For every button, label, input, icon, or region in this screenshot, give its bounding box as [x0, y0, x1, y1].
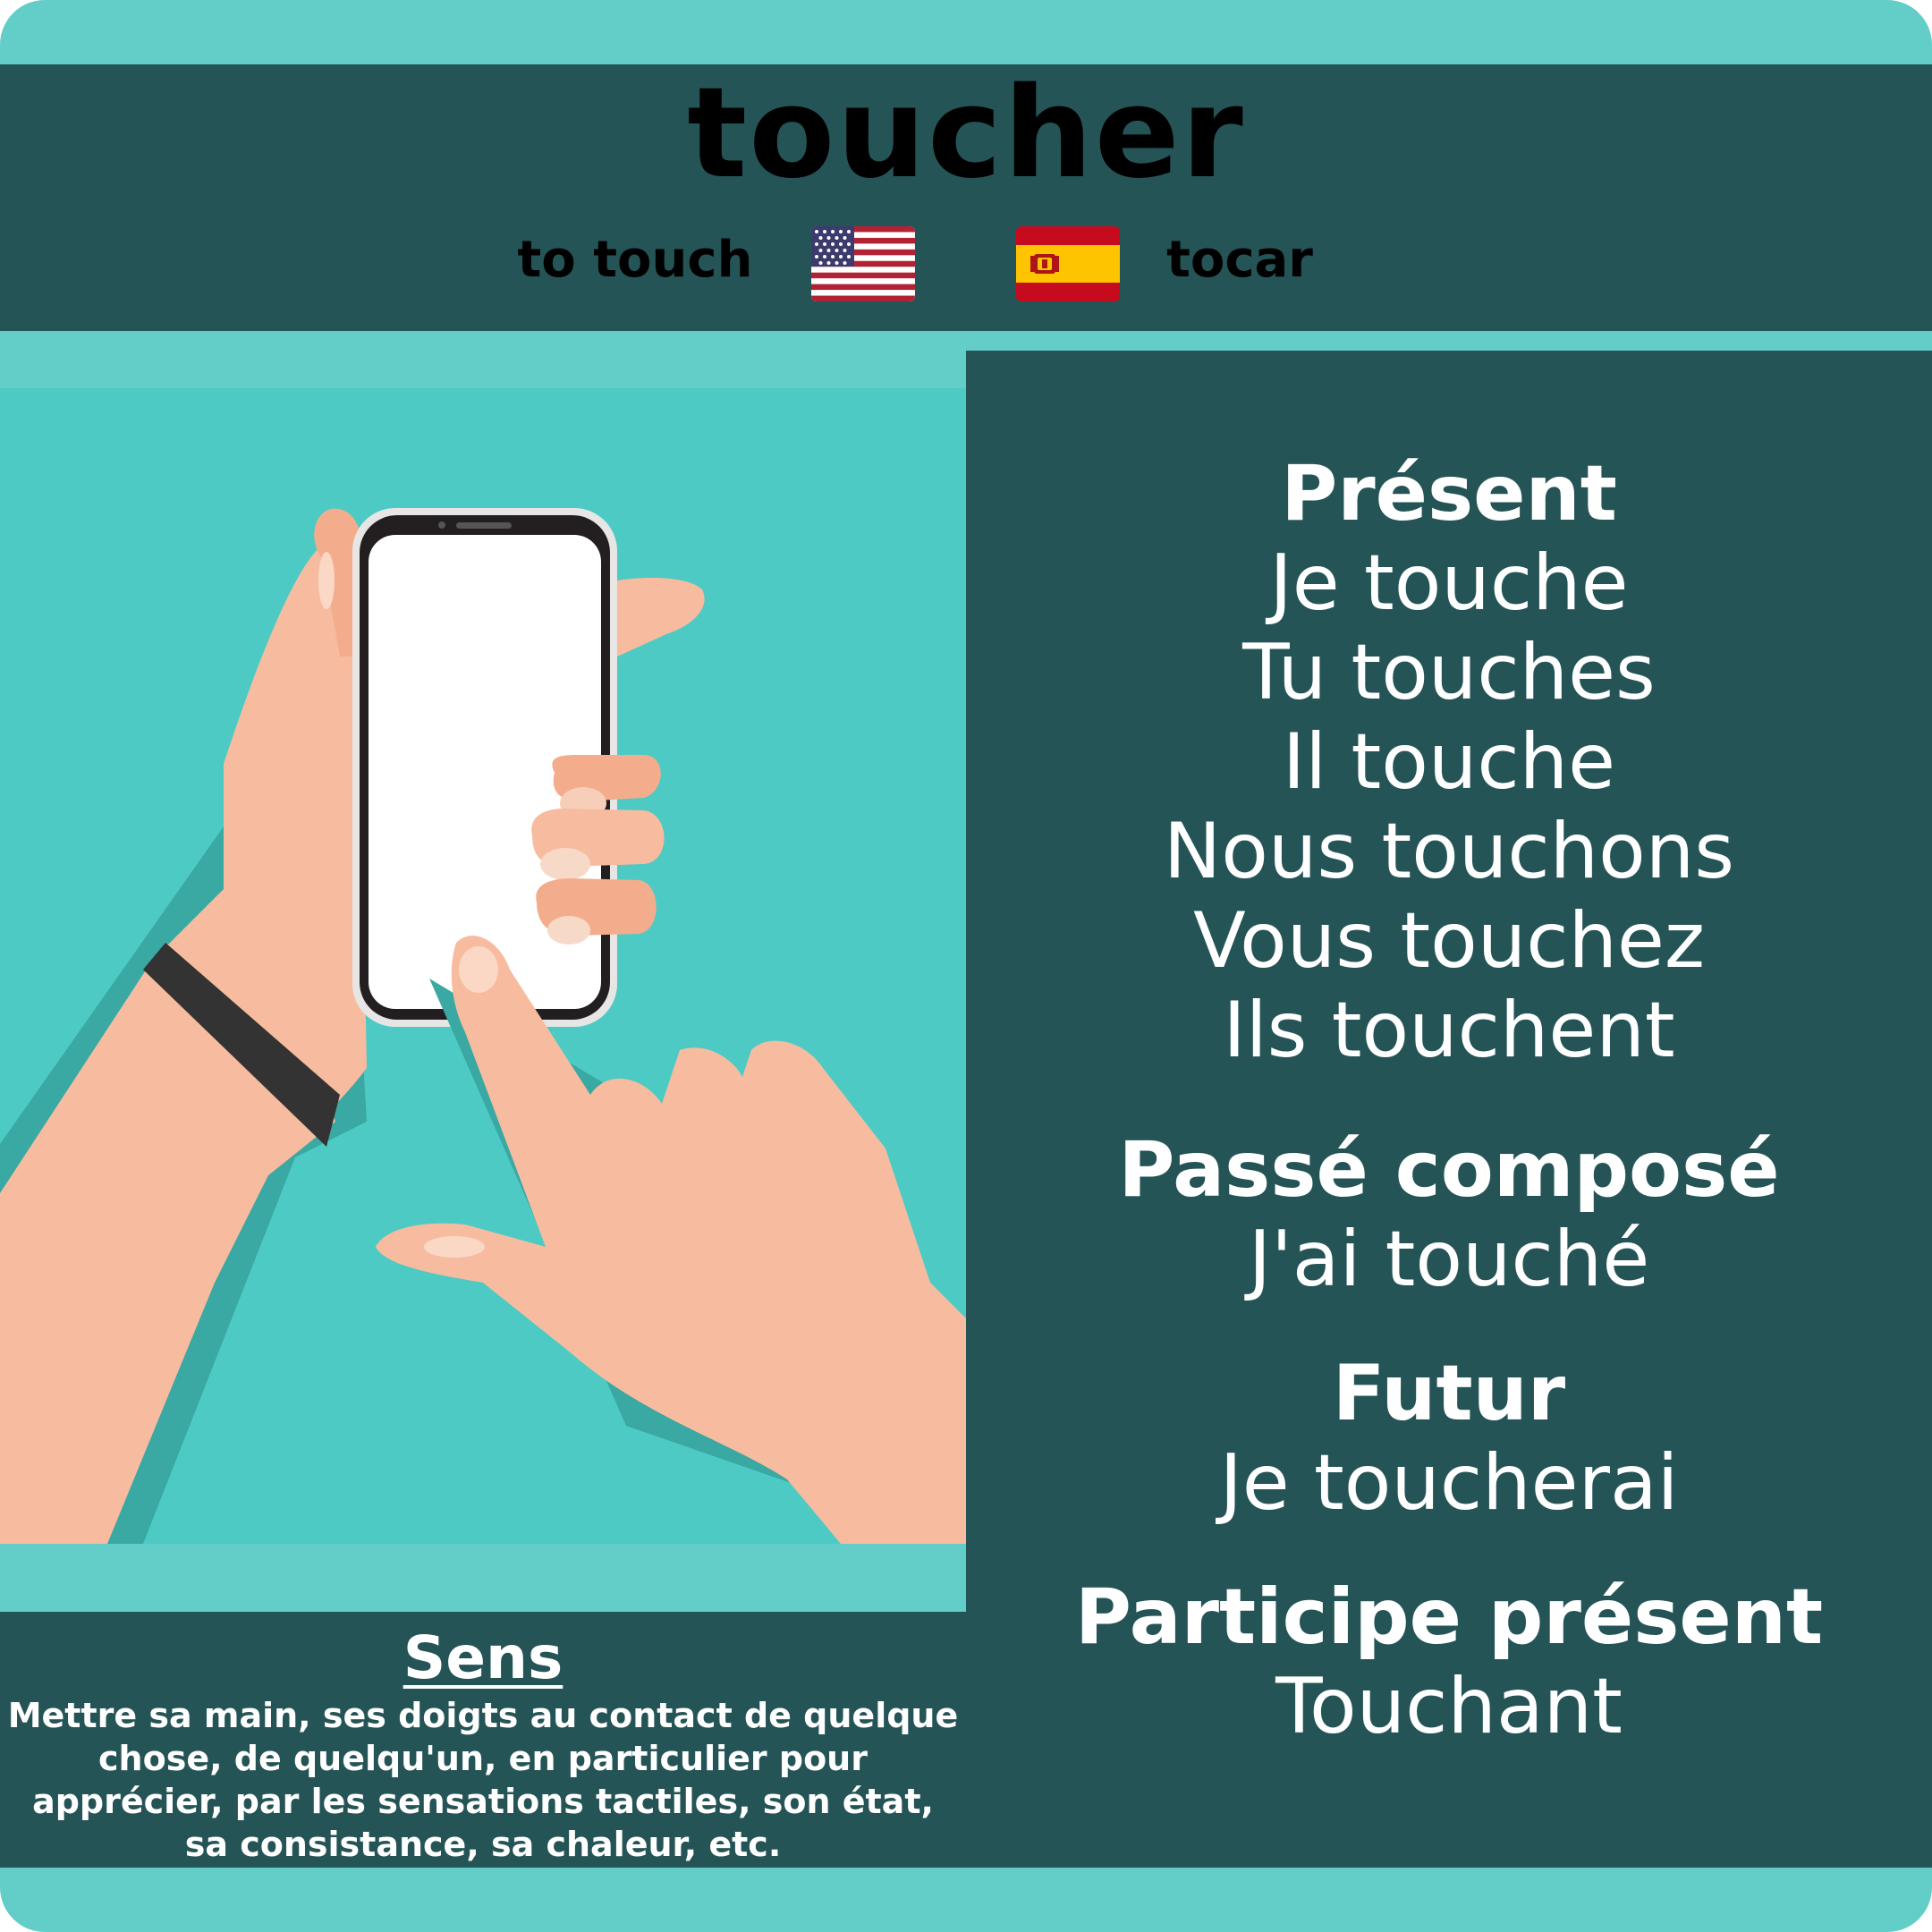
us-flag-icon: [811, 226, 915, 301]
present-form-nous: Nous touchons: [1163, 807, 1735, 896]
present-label: Présent: [1281, 449, 1617, 538]
participe-present-section: Participe présent Touchant: [966, 1572, 1932, 1751]
spain-flag-icon: [1016, 226, 1120, 301]
passe-compose-section: Passé composé J'ai touché: [966, 1125, 1932, 1304]
spanish-translation: tocar: [1166, 231, 1313, 289]
futur-section: Futur Je toucherai: [966, 1349, 1932, 1528]
conjugation-panel: Présent Je touche Tu touches Il touche N…: [966, 351, 1932, 1868]
present-form-tu: Tu touches: [1242, 628, 1656, 717]
hands-smartphone-illustration: [0, 388, 966, 1544]
sens-heading: Sens: [402, 1623, 564, 1692]
english-translation: to touch: [517, 231, 753, 289]
verb-card: toucher to touch tocar Présent Je touche…: [0, 0, 1932, 1932]
futur-form: Je toucherai: [1219, 1438, 1679, 1528]
participe-present-label: Participe présent: [1074, 1572, 1824, 1662]
present-section: Présent Je touche Tu touches Il touche N…: [966, 449, 1932, 1075]
present-form-je: Je touche: [1269, 538, 1629, 628]
present-form-ils: Ils touchent: [1223, 986, 1675, 1075]
verb-title: toucher: [687, 61, 1245, 207]
sens-definition: Mettre sa main, ses doigts au contact de…: [7, 1696, 959, 1864]
futur-label: Futur: [1332, 1349, 1566, 1438]
participe-present-form: Touchant: [1275, 1662, 1623, 1751]
passe-compose-label: Passé composé: [1118, 1125, 1780, 1215]
passe-compose-form: J'ai touché: [1248, 1215, 1650, 1304]
present-form-il: Il touche: [1282, 717, 1616, 807]
present-form-vous: Vous touchez: [1192, 896, 1706, 986]
definition-box: Sens Mettre sa main, ses doigts au conta…: [0, 1612, 966, 1868]
